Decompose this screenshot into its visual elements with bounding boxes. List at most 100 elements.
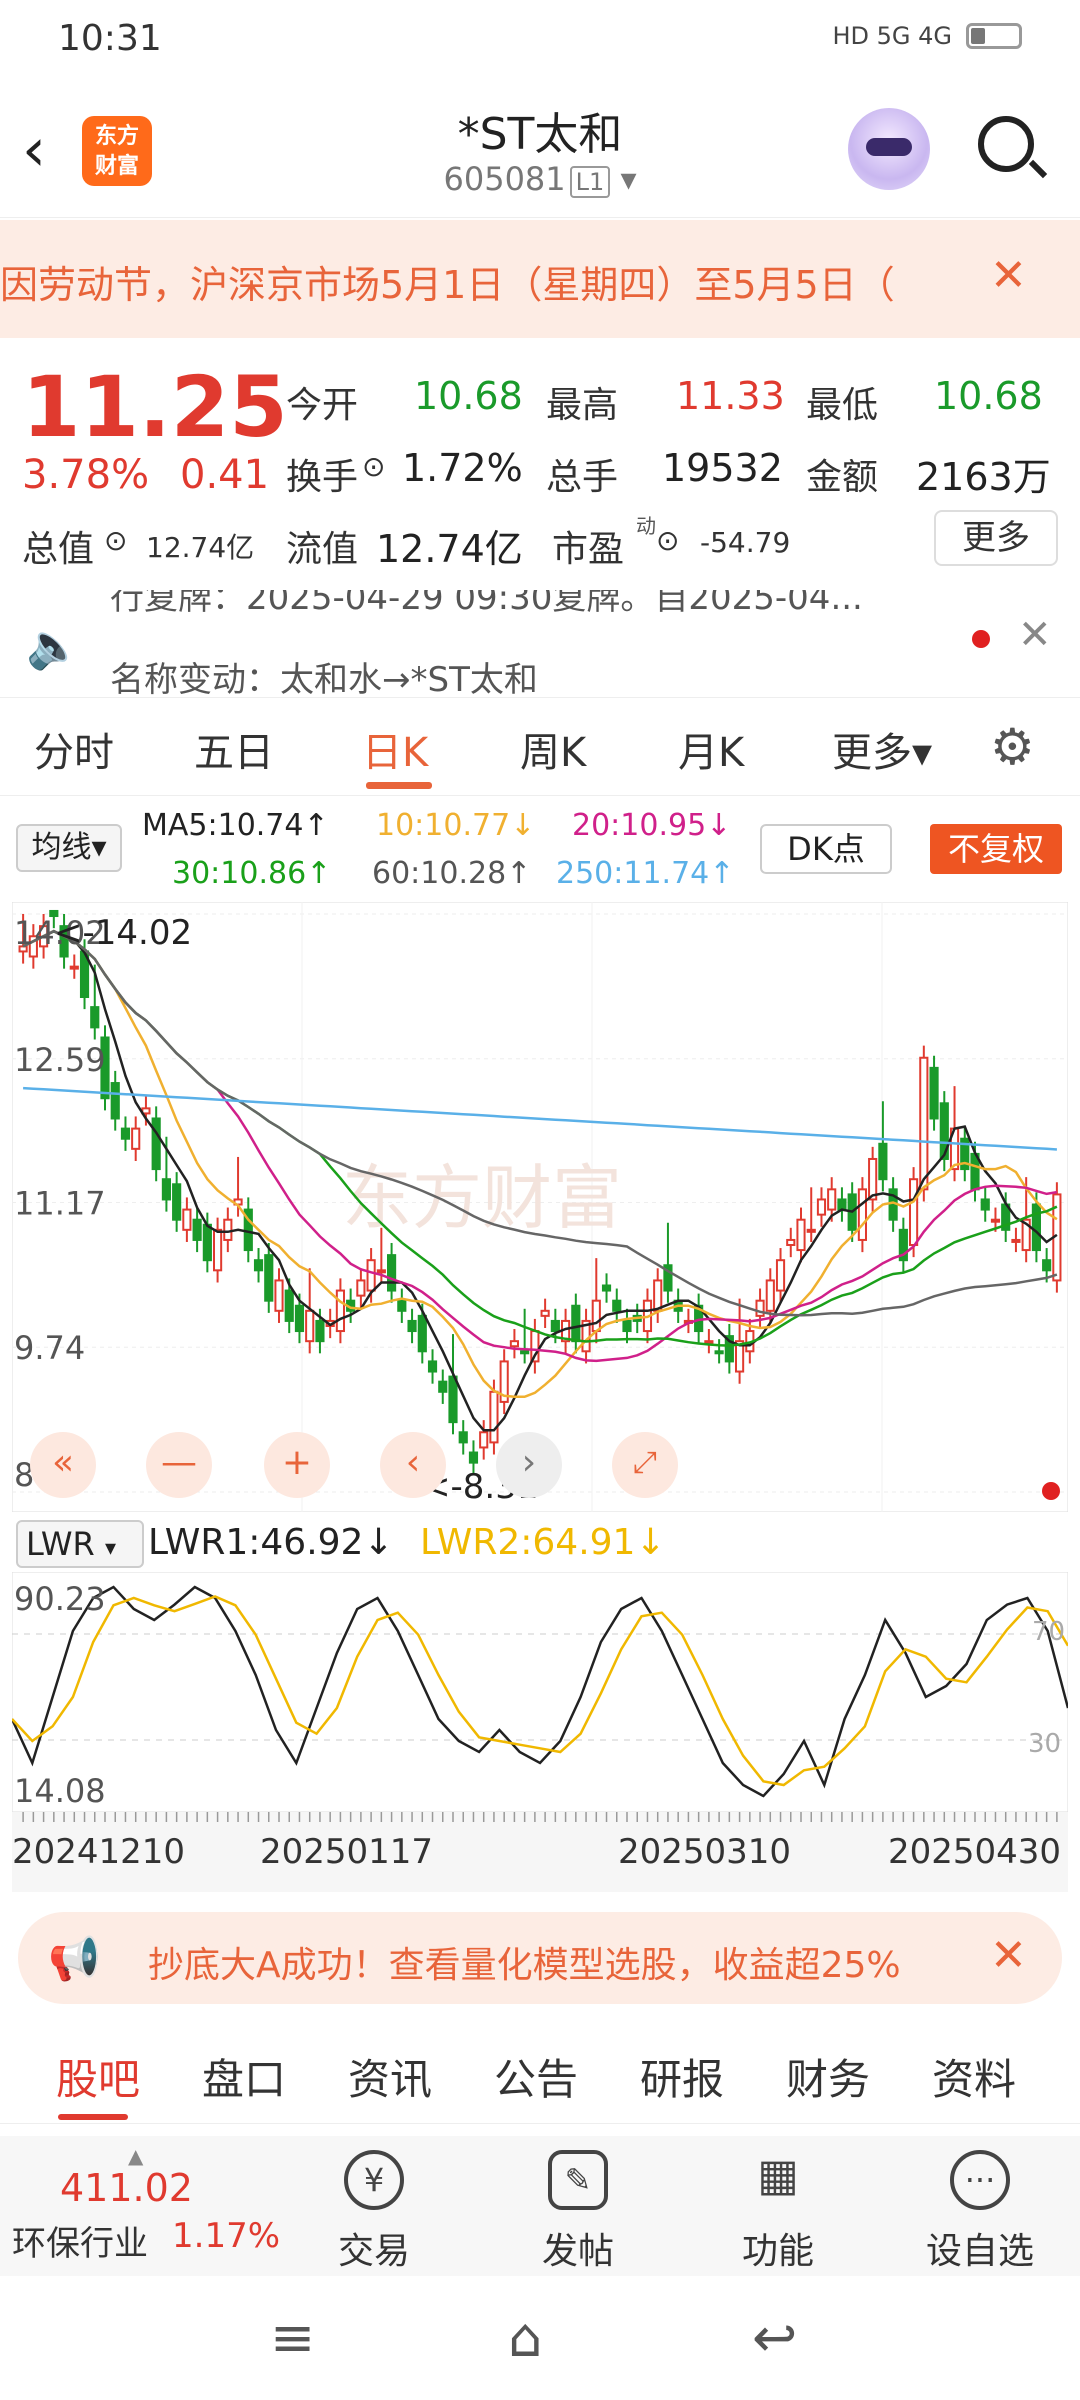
kline-chart[interactable]: 东方财富 14.0212.5911.179.748.31 <-14.02 <-8… — [11, 901, 1069, 1513]
zoom-out-icon[interactable]: — — [146, 1432, 212, 1498]
lwr-svg[interactable]: 90.23 14.08 70 30 — [10, 1571, 1070, 1813]
tab-intraday[interactable]: 分时 — [34, 720, 114, 778]
indicator-name: LWR — [26, 1525, 95, 1563]
lwr-chart[interactable]: 90.23 14.08 70 30 — [10, 1571, 1070, 1813]
candle-body — [489, 1390, 499, 1444]
candle-body — [161, 1178, 171, 1201]
candle-body — [520, 1350, 530, 1355]
candle-body — [192, 1218, 202, 1241]
home-icon[interactable]: ⌂ — [508, 2306, 542, 2369]
info-icon[interactable]: ⊙ — [104, 524, 127, 557]
industry-name[interactable]: 环保行业 — [12, 2216, 148, 2265]
candle-body — [110, 1082, 120, 1120]
stock-code[interactable]: 605081 L1 ▾ — [340, 160, 740, 198]
indicator-selector[interactable]: LWR ▾ — [16, 1520, 144, 1568]
trade-icon[interactable]: ¥ — [344, 2150, 404, 2210]
industry-change: 1.17% — [172, 2216, 281, 2256]
tab-pankou[interactable]: 盘口 — [202, 2046, 286, 2107]
chevron-up-icon[interactable]: ▲ — [128, 2144, 143, 2168]
function-button[interactable]: 功能 — [708, 2222, 848, 2274]
pe-label: 市盈 — [552, 529, 625, 570]
tab-profile[interactable]: 资料 — [932, 2046, 1016, 2107]
promo-text: 抄底大A成功！查看量化模型选股，收益超25% — [148, 1945, 901, 1986]
active-tab-indicator — [58, 2114, 128, 2120]
tab-finance[interactable]: 财务 — [786, 2046, 870, 2107]
tab-announcements[interactable]: 公告 — [494, 2046, 578, 2107]
function-grid-icon[interactable]: ▦ — [748, 2150, 808, 2210]
tab-monthly-k[interactable]: 月K — [678, 720, 744, 778]
more-dots-icon[interactable]: ··· — [950, 2150, 1010, 2210]
float-label: 流值 — [286, 529, 359, 570]
candle-body — [765, 1279, 775, 1312]
menu-icon[interactable]: ≡ — [270, 2306, 315, 2369]
candle-body — [612, 1299, 622, 1312]
tab-research[interactable]: 研报 — [640, 2046, 724, 2107]
ma20-value: 20:10.95↓ — [572, 808, 732, 843]
tab-news[interactable]: 资讯 — [348, 2046, 432, 2107]
x-ticks — [22, 1812, 1058, 1822]
candle-body — [540, 1309, 550, 1317]
turnover-value: 1.72% — [402, 446, 523, 490]
info-icon[interactable]: ⊙ — [656, 524, 679, 557]
ma250-value: 250:11.74↑ — [556, 856, 735, 891]
candle-body — [857, 1188, 867, 1241]
fullscreen-icon[interactable]: ⤢ — [612, 1432, 678, 1498]
ma-legend: 均线▾ MA5:10.74↑ 10:10.77↓ 20:10.95↓ 30:10… — [0, 798, 1080, 902]
zoom-in-icon[interactable]: + — [264, 1432, 330, 1498]
candle-body — [571, 1304, 581, 1343]
lwr-header: LWR ▾ LWR1:46.92↓ LWR2:64.91↓ — [0, 1512, 1080, 1572]
more-button[interactable]: 更多 — [934, 510, 1058, 566]
speaker-icon: 🔈 — [26, 621, 81, 672]
close-icon[interactable]: ✕ — [990, 250, 1027, 301]
close-icon[interactable]: ✕ — [1018, 612, 1052, 658]
promo-banner[interactable]: 📢 抄底大A成功！查看量化模型选股，收益超25% ✕ — [18, 1912, 1062, 2004]
kline-svg[interactable]: 东方财富 14.0212.5911.179.748.31 <-14.02 <-8… — [11, 901, 1069, 1513]
add-watchlist-button[interactable]: 设自选 — [910, 2222, 1050, 2274]
tab-weekly-k[interactable]: 周K — [520, 720, 586, 778]
dk-point-button[interactable]: DK点 — [760, 824, 892, 874]
search-icon[interactable] — [978, 116, 1034, 172]
ma-selector[interactable]: 均线▾ — [16, 824, 122, 872]
info-icon[interactable]: ⊙ — [362, 450, 385, 483]
industry-index-value[interactable]: 411.02 — [60, 2166, 193, 2210]
tab-daily-k[interactable]: 日K — [362, 720, 428, 778]
step-right-icon[interactable]: › — [496, 1432, 562, 1498]
no-adjust-button[interactable]: 不复权 — [930, 824, 1062, 874]
tab-more[interactable]: 更多▾ — [832, 720, 932, 778]
battery-icon — [966, 23, 1022, 49]
candle-body — [131, 1127, 141, 1150]
x-axis: 20241210 20250117 20250310 20250430 — [12, 1812, 1068, 1892]
candle-body — [796, 1218, 806, 1252]
post-button[interactable]: 发帖 — [508, 2222, 648, 2274]
step-left-icon[interactable]: ‹ — [380, 1432, 446, 1498]
stock-header: ‹ 东方 财富 *ST太和 605081 L1 ▾ — [0, 80, 1080, 218]
eastmoney-logo[interactable]: 东方 财富 — [82, 116, 152, 186]
level-badge: L1 — [569, 166, 611, 198]
candle-body — [202, 1223, 212, 1262]
chevron-down-icon: ▾ — [620, 160, 637, 198]
holiday-banner[interactable]: 因劳动节，沪深京市场5月1日（星期四）至5月5日（ ✕ — [0, 220, 1080, 338]
back-arrow-icon[interactable]: ‹ — [22, 120, 46, 180]
x-label: 20250310 — [618, 1832, 792, 1872]
gear-icon[interactable]: ⚙ — [990, 718, 1035, 776]
candle-body — [990, 1218, 1001, 1223]
candle-body — [438, 1380, 448, 1393]
low-label: 最低 — [806, 385, 879, 426]
back-icon[interactable]: ↩ — [752, 2306, 797, 2369]
candle-body — [294, 1304, 305, 1333]
trade-button[interactable]: 交易 — [304, 2222, 444, 2274]
robot-assistant-avatar[interactable] — [848, 108, 930, 190]
tab-guba[interactable]: 股吧 — [56, 2046, 140, 2107]
candle-body — [755, 1299, 765, 1317]
tab-five-day[interactable]: 五日 — [194, 720, 274, 778]
candle-body — [253, 1259, 264, 1272]
ma5-value: MA5:10.74↑ — [142, 808, 329, 843]
notice-bar[interactable]: 行复牌：2025-04-29 09:30复牌。自2025-04... 🔈 名称变… — [0, 590, 1080, 698]
post-icon[interactable]: ✎ — [548, 2150, 608, 2210]
scroll-left-fast-icon[interactable]: « — [30, 1432, 96, 1498]
close-icon[interactable]: ✕ — [990, 1930, 1027, 1981]
candle-body — [315, 1319, 325, 1343]
chevron-down-icon: ▾ — [104, 1536, 116, 1561]
candle-body — [653, 1279, 663, 1312]
candle-body — [69, 965, 79, 970]
